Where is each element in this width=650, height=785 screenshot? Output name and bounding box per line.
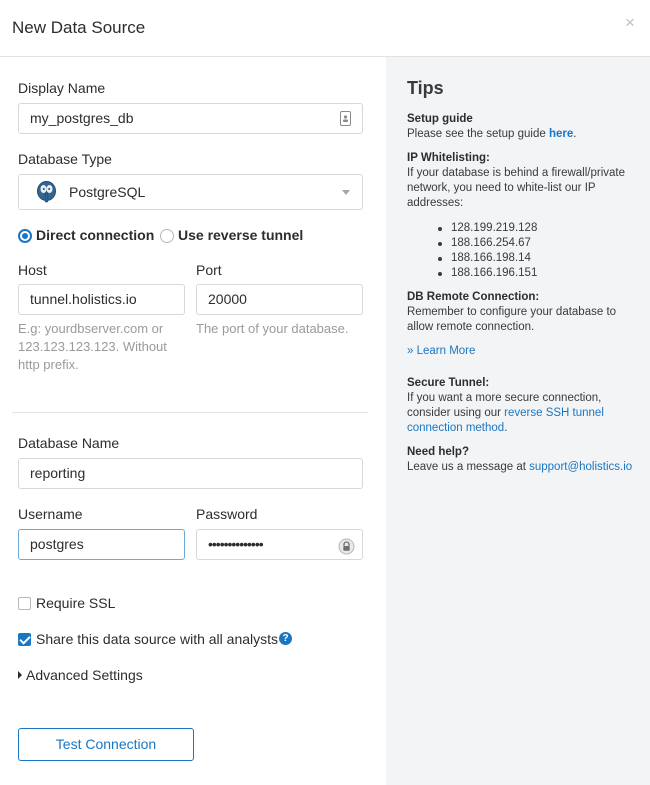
password-value: •••••••••••••• [208,536,264,552]
tips-title: Tips [407,78,444,98]
port-label: Port [196,262,222,278]
db-remote-text: Remember to configure your database to a… [407,306,617,333]
ip-address-item: 188.166.198.14 [438,251,537,266]
database-type-value: PostgreSQL [69,184,146,200]
data-source-form: Display Name my_postgres_db Database Typ… [0,57,386,785]
ip-address-item: 128.199.219.128 [438,221,537,236]
port-help-text: The port of your database. [196,321,349,336]
learn-more-link[interactable]: » Learn More [407,344,475,359]
dialog-title: New Data Source [12,18,146,37]
reverse-tunnel-label[interactable]: Use reverse tunnel [178,227,303,243]
require-ssl-checkbox[interactable] [18,597,31,610]
dialog-header: New Data Source × [0,0,650,57]
test-connection-button[interactable]: Test Connection [18,728,194,761]
share-label[interactable]: Share this data source with all analysts [36,631,278,647]
direct-connection-radio[interactable] [18,229,32,243]
reverse-tunnel-radio[interactable] [160,229,174,243]
close-icon[interactable]: × [625,13,635,33]
setup-guide-sentence: Please see the setup guide [407,128,549,140]
secure-tunnel-end: . [504,422,508,434]
setup-guide-end: . [573,128,577,140]
support-email-link[interactable]: support@holistics.io [529,461,632,473]
require-ssl-label[interactable]: Require SSL [36,595,115,611]
host-input[interactable]: tunnel.holistics.io [18,284,185,315]
ip-address-list: 128.199.219.128 188.166.254.67 188.166.1… [438,221,537,281]
username-label: Username [18,506,83,522]
setup-guide-text: Please see the setup guide here. [407,127,576,142]
host-help-text: E.g: yourdbserver.com or 123.123.123.123… [18,321,167,372]
display-name-label: Display Name [18,80,106,96]
port-input[interactable]: 20000 [196,284,363,315]
ip-address-item: 188.166.196.151 [438,266,537,281]
form-divider [12,412,368,413]
postgresql-icon [34,180,59,205]
db-remote-heading: DB Remote Connection: [407,291,540,303]
tips-panel: Tips Setup guide Please see the setup gu… [386,57,650,785]
database-type-select[interactable]: PostgreSQL [18,174,363,210]
host-label: Host [18,262,47,278]
password-manager-icon[interactable] [338,536,355,555]
direct-connection-label[interactable]: Direct connection [36,227,154,243]
ip-address-item: 188.166.254.67 [438,236,537,251]
display-name-input[interactable]: my_postgres_db [18,103,363,134]
need-help-sentence: Leave us a message at [407,461,530,473]
database-type-label: Database Type [18,151,112,167]
display-name-value: my_postgres_db [30,110,134,126]
ip-whitelisting-text: If your database is behind a firewall/pr… [407,167,625,209]
username-input[interactable]: postgres [18,529,185,560]
caret-right-icon [18,671,22,679]
secure-tunnel-heading: Secure Tunnel: [407,377,490,389]
database-name-label: Database Name [18,435,120,451]
setup-guide-link[interactable]: here [549,128,573,140]
help-question-icon[interactable]: ? [279,632,292,645]
ip-whitelisting-heading: IP Whitelisting: [407,152,490,164]
password-input[interactable]: •••••••••••••• [196,529,363,560]
setup-guide-heading: Setup guide [407,113,473,125]
password-label: Password [196,506,258,522]
secure-tunnel-text: If you want a more secure connection, co… [407,391,639,436]
share-checkbox[interactable] [18,633,31,646]
need-help-text: Leave us a message at support@holistics.… [407,460,632,475]
dropdown-arrow-icon [342,190,350,195]
advanced-settings-label: Advanced Settings [26,667,143,683]
database-name-input[interactable]: reporting [18,458,363,489]
need-help-heading: Need help? [407,446,469,458]
contact-card-icon [340,111,351,126]
